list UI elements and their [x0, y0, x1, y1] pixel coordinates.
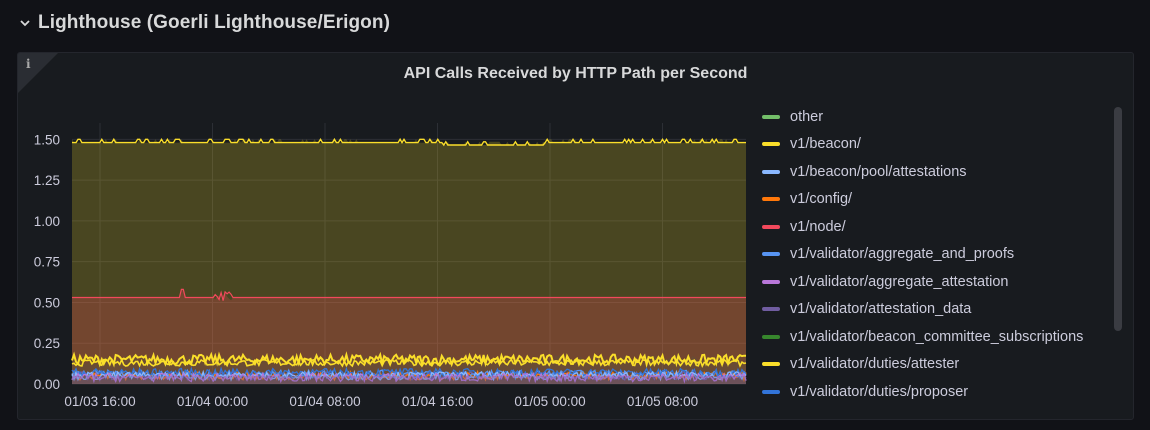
legend-item[interactable]: v1/validator/aggregate_attestation [762, 268, 1118, 296]
legend-item[interactable]: v1/validator/attestation_data [762, 296, 1118, 324]
x-tick-label: 01/03 16:00 [64, 394, 135, 409]
y-tick-label: 0.75 [34, 255, 60, 270]
legend-label: v1/config/ [790, 191, 853, 208]
legend-swatch [762, 114, 780, 119]
x-tick-label: 01/04 00:00 [177, 394, 248, 409]
row-title: Lighthouse (Goerli Lighthouse/Erigon) [38, 12, 391, 33]
legend-label: v1/validator/beacon_committee_subscripti… [790, 328, 1084, 345]
legend-label: v1/validator/aggregate_attestation [790, 273, 1009, 290]
legend-item[interactable]: v1/beacon/ [762, 131, 1118, 159]
legend-label: v1/node/ [790, 218, 846, 235]
y-tick-label: 0.00 [34, 377, 60, 392]
legend: other v1/beacon/v1/beacon/pool/attestatio… [762, 103, 1118, 413]
legend-item[interactable]: v1/beacon/pool/attestations [762, 158, 1118, 186]
y-tick-label: 1.25 [34, 173, 60, 188]
legend-label: v1/validator/duties/attester [790, 356, 960, 373]
legend-swatch [762, 279, 780, 284]
legend-swatch [762, 142, 780, 147]
y-tick-label: 0.50 [34, 295, 60, 310]
x-tick-label: 01/05 08:00 [627, 394, 698, 409]
series-area-bottom [72, 375, 746, 384]
timeseries-chart[interactable]: 0.00 0.25 0.50 0.75 1.00 1.25 1.50 01/03 16:00 0… [18, 53, 758, 420]
legend-item[interactable]: v1/config/ [762, 186, 1118, 214]
legend-item[interactable]: v1/validator/aggregate_and_proofs [762, 241, 1118, 269]
legend-swatch [762, 389, 780, 394]
legend-item[interactable]: v1/validator/duties/attester [762, 351, 1118, 379]
legend-label: v1/validator/duties/proposer [790, 383, 969, 400]
legend-scrollbar[interactable] [1114, 107, 1122, 331]
legend-label: other [790, 108, 824, 125]
legend-label: v1/beacon/pool/attestations [790, 163, 967, 180]
legend-item[interactable]: v1/node/ [762, 213, 1118, 241]
legend-swatch [762, 307, 780, 312]
legend-swatch [762, 252, 780, 257]
y-tick-label: 0.25 [34, 336, 60, 351]
legend-label: v1/validator/aggregate_and_proofs [790, 246, 1015, 263]
chevron-down-icon[interactable] [18, 16, 32, 30]
legend-item[interactable]: v1/validator/beacon_committee_subscripti… [762, 323, 1118, 351]
legend-item[interactable]: other [762, 103, 1118, 131]
row-header[interactable]: Lighthouse (Goerli Lighthouse/Erigon) [18, 10, 390, 36]
x-tick-label: 01/04 16:00 [402, 394, 473, 409]
legend-label: v1/validator/attestation_data [790, 301, 972, 318]
legend-swatch [762, 197, 780, 202]
legend-label: v1/beacon/ [790, 136, 861, 153]
legend-item[interactable]: v1/validator/duties/proposer [762, 378, 1118, 406]
legend-swatch [762, 362, 780, 367]
legend-swatch [762, 224, 780, 229]
y-tick-label: 1.50 [34, 132, 60, 147]
legend-swatch [762, 334, 780, 339]
legend-swatch [762, 169, 780, 174]
x-tick-label: 01/05 00:00 [514, 394, 585, 409]
graph-panel: i API Calls Received by HTTP Path per Se… [17, 52, 1134, 420]
y-tick-label: 1.00 [34, 214, 60, 229]
x-tick-label: 01/04 08:00 [289, 394, 360, 409]
